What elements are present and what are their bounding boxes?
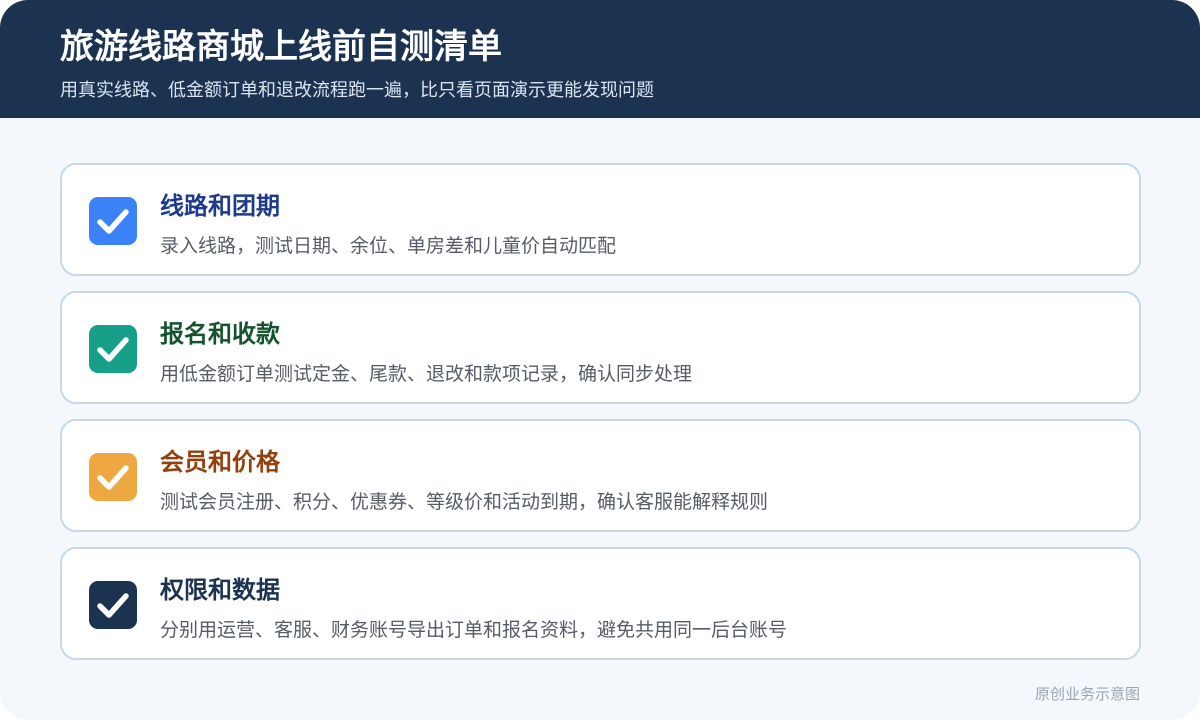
item-description: 测试会员注册、积分、优惠券、等级价和活动到期，确认客服能解释规则 bbox=[160, 491, 769, 513]
page-title: 旅游线路商城上线前自测清单 bbox=[60, 27, 502, 67]
checkbox[interactable] bbox=[89, 581, 137, 629]
check-icon bbox=[97, 465, 129, 490]
checklist-item-routes: 线路和团期 录入线路，测试日期、余位、单房差和儿童价自动匹配 bbox=[60, 163, 1141, 276]
checklist-item-registration: 报名和收款 用低金额订单测试定金、尾款、退改和款项记录，确认同步处理 bbox=[60, 291, 1141, 404]
page-header: 旅游线路商城上线前自测清单 用真实线路、低金额订单和退改流程跑一遍，比只看页面演… bbox=[0, 0, 1200, 118]
item-description: 录入线路，测试日期、余位、单房差和儿童价自动匹配 bbox=[160, 235, 617, 257]
page-subtitle: 用真实线路、低金额订单和退改流程跑一遍，比只看页面演示更能发现问题 bbox=[60, 80, 654, 101]
footer-note: 原创业务示意图 bbox=[1034, 685, 1140, 703]
item-title: 线路和团期 bbox=[160, 192, 280, 220]
item-title: 权限和数据 bbox=[160, 576, 280, 604]
checklist-item-membership: 会员和价格 测试会员注册、积分、优惠券、等级价和活动到期，确认客服能解释规则 bbox=[60, 419, 1141, 532]
checklist: 线路和团期 录入线路，测试日期、余位、单房差和儿童价自动匹配 报名和收款 用低金… bbox=[60, 163, 1141, 675]
checkbox[interactable] bbox=[89, 325, 137, 373]
check-icon bbox=[97, 209, 129, 234]
item-description: 分别用运营、客服、财务账号导出订单和报名资料，避免共用同一后台账号 bbox=[160, 619, 788, 641]
check-icon bbox=[97, 337, 129, 362]
item-title: 会员和价格 bbox=[160, 448, 280, 476]
check-icon bbox=[97, 593, 129, 618]
checkbox[interactable] bbox=[89, 453, 137, 501]
item-title: 报名和收款 bbox=[160, 320, 280, 348]
item-description: 用低金额订单测试定金、尾款、退改和款项记录，确认同步处理 bbox=[160, 363, 693, 385]
checkbox[interactable] bbox=[89, 197, 137, 245]
checklist-item-permissions: 权限和数据 分别用运营、客服、财务账号导出订单和报名资料，避免共用同一后台账号 bbox=[60, 547, 1141, 660]
checklist-page: 旅游线路商城上线前自测清单 用真实线路、低金额订单和退改流程跑一遍，比只看页面演… bbox=[0, 0, 1200, 720]
